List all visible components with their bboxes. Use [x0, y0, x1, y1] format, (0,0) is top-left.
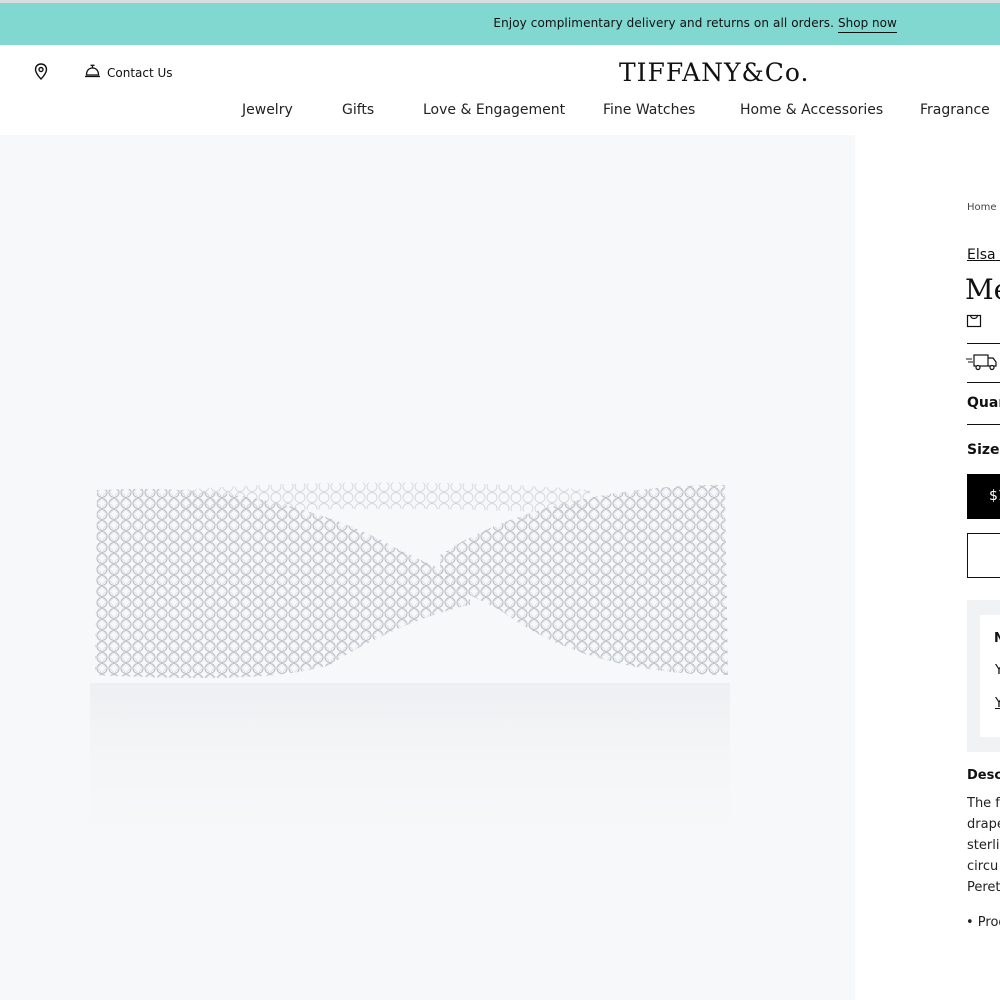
divider	[967, 382, 1000, 383]
banner-text: Enjoy complimentary delivery and returns…	[493, 16, 834, 30]
nav-item-love-engagement[interactable]: Love & Engagement	[423, 102, 565, 118]
size-label[interactable]: Size	[967, 442, 1000, 458]
description-line: sterli	[967, 838, 1000, 853]
contact-us-link[interactable]: Contact Us	[84, 63, 173, 83]
secondary-button[interactable]	[967, 533, 1000, 578]
service-bell-icon	[84, 63, 101, 83]
nav-item-fine-watches[interactable]: Fine Watches	[603, 102, 695, 118]
product-details-panel: Home Elsa P Me Quan Size $1 N Y Y Descr …	[855, 135, 1000, 1000]
mesh-bracelet-image	[90, 482, 730, 863]
nav-item-fragrance[interactable]: Fragrance	[920, 102, 990, 118]
info-panel: N Y Y	[967, 600, 1000, 752]
description-line: circu	[967, 859, 999, 874]
description-heading[interactable]: Descr	[967, 768, 1000, 783]
nav-item-home-accessories[interactable]: Home & Accessories	[740, 102, 883, 118]
product-image[interactable]	[0, 135, 855, 1000]
shopping-bag-icon	[966, 312, 982, 328]
product-title: Me	[965, 273, 1000, 306]
breadcrumb[interactable]: Home	[967, 202, 997, 213]
divider	[967, 343, 1000, 344]
info-card-title: N	[994, 631, 1000, 646]
info-card-line: Y	[995, 663, 1000, 678]
delivery-truck-icon	[966, 353, 998, 371]
info-card: N Y Y	[980, 615, 1000, 737]
designer-link[interactable]: Elsa P	[967, 247, 1000, 263]
nav-item-gifts[interactable]: Gifts	[342, 102, 374, 118]
main-nav: Jewelry Gifts Love & Engagement Fine Wat…	[0, 102, 1000, 126]
description-line: drape	[967, 817, 1000, 832]
product-bullet: • Prod	[966, 915, 1000, 930]
quantity-label[interactable]: Quan	[967, 395, 1000, 411]
contact-us-label: Contact Us	[107, 66, 173, 80]
info-card-link[interactable]: Y	[995, 696, 1000, 711]
map-pin-icon[interactable]	[33, 63, 49, 81]
site-header: Contact Us TIFFANY&Co. Jewelry Gifts Lov…	[0, 45, 1000, 135]
description-line: The f	[967, 796, 1000, 811]
shop-now-link[interactable]: Shop now	[838, 16, 897, 33]
divider	[967, 424, 1000, 425]
description-line: Peret	[967, 880, 1000, 895]
add-to-bag-button[interactable]: $1	[967, 474, 1000, 519]
brand-logo[interactable]: TIFFANY&Co.	[619, 58, 809, 87]
nav-item-jewelry[interactable]: Jewelry	[242, 102, 293, 118]
promo-banner: Enjoy complimentary delivery and returns…	[0, 3, 1000, 45]
